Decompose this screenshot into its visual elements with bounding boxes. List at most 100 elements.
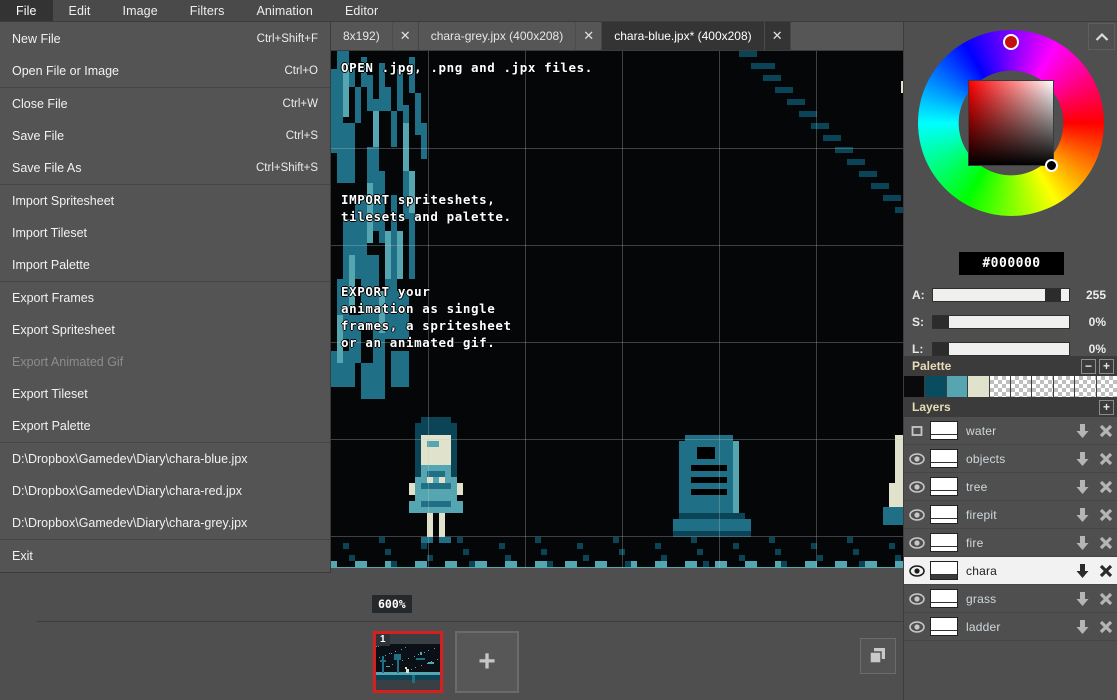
menu-item-close-file[interactable]: Close File Ctrl+W (0, 88, 330, 120)
menu-item-import-spritesheet[interactable]: Import Spritesheet (0, 185, 330, 217)
layer-delete-button[interactable] (1094, 620, 1117, 634)
layer-delete-button[interactable] (1094, 564, 1117, 578)
menu-editor[interactable]: Editor (329, 0, 394, 21)
layer-move-down-button[interactable] (1070, 507, 1094, 523)
slider-knob[interactable] (932, 316, 949, 328)
collapse-panel-button[interactable] (1088, 23, 1115, 50)
file-menu-dropdown[interactable]: New File Ctrl+Shift+F Open File or Image Ct… (0, 22, 331, 573)
menu-animation[interactable]: Animation (240, 0, 329, 21)
palette-swatches[interactable] (904, 376, 1117, 397)
menu-edit[interactable]: Edit (53, 0, 107, 21)
palette-swatch-empty[interactable] (1053, 376, 1076, 397)
layer-name: grass (966, 591, 997, 606)
layer-visibility-toggle[interactable] (904, 536, 930, 549)
layer-delete-button[interactable] (1094, 480, 1117, 494)
palette-remove-button[interactable]: − (1081, 358, 1096, 374)
tab-close-button[interactable]: ✕ (763, 22, 790, 50)
slider-label: A: (912, 288, 925, 302)
layer-delete-button[interactable] (1094, 508, 1117, 522)
menu-item-import-palette[interactable]: Import Palette (0, 249, 330, 281)
layer-row-grass[interactable]: grass (904, 585, 1117, 613)
palette-swatch-empty[interactable] (989, 376, 1011, 397)
color-picker-wheel-area[interactable] (904, 22, 1117, 222)
color-slider-l[interactable]: L: 0% (912, 341, 1110, 357)
layer-delete-button[interactable] (1094, 452, 1117, 466)
layer-add-button[interactable]: + (1099, 399, 1114, 415)
layer-move-down-button[interactable] (1070, 619, 1094, 635)
slider-track[interactable] (931, 288, 1071, 302)
frame-strip[interactable]: 1 + (37, 621, 903, 700)
menu-item-d-dropbox-gamedev-diary-chara-grey-jpx[interactable]: D:\Dropbox\Gamedev\Diary\chara-grey.jpx (0, 507, 330, 539)
layer-move-down-button[interactable] (1070, 535, 1094, 551)
palette-swatch-empty[interactable] (1010, 376, 1033, 397)
layer-delete-button[interactable] (1094, 536, 1117, 550)
layer-delete-button[interactable] (1094, 592, 1117, 606)
menu-item-save-file[interactable]: Save File Ctrl+S (0, 120, 330, 152)
layer-delete-button[interactable] (1094, 424, 1117, 438)
canvas-viewport[interactable]: OPEN .jpg, .png and .jpx files. IMPORT sp… (331, 51, 903, 621)
layer-row-firepit[interactable]: firepit (904, 501, 1117, 529)
main-menu-bar[interactable]: File Edit Image Filters Animation Editor (0, 0, 1117, 22)
tab-close-button[interactable]: ✕ (391, 22, 418, 50)
saturation-brightness-square[interactable] (968, 80, 1054, 166)
menu-item-exit[interactable]: Exit (0, 540, 330, 572)
hue-marker[interactable] (1003, 34, 1019, 50)
document-tab[interactable]: chara-blue.jpx* (400x208) ✕ (602, 22, 791, 50)
layer-visibility-toggle[interactable] (904, 564, 930, 577)
palette-add-button[interactable]: + (1099, 358, 1114, 374)
slider-track[interactable] (931, 342, 1071, 356)
layer-row-water[interactable]: water (904, 417, 1117, 445)
add-frame-button[interactable]: + (455, 631, 519, 693)
duplicate-frame-button[interactable] (860, 638, 896, 674)
menu-item-import-tileset[interactable]: Import Tileset (0, 217, 330, 249)
palette-swatch[interactable] (946, 376, 969, 397)
menu-item-open-file-or-image[interactable]: Open File or Image Ctrl+O (0, 55, 330, 87)
menu-file[interactable]: File (0, 0, 53, 21)
document-tab[interactable]: chara-grey.jpx (400x208) ✕ (418, 22, 603, 50)
palette-swatch-empty[interactable] (1096, 376, 1117, 397)
document-tab-bar[interactable]: 8x192) ✕ chara-grey.jpx (400x208) ✕ chara-bl… (331, 22, 903, 51)
slider-track[interactable] (931, 315, 1071, 329)
menu-item-export-spritesheet[interactable]: Export Spritesheet (0, 314, 330, 346)
frame-thumbnail-1[interactable]: 1 (373, 631, 443, 693)
layer-row-tree[interactable]: tree (904, 473, 1117, 501)
palette-swatch-empty[interactable] (1032, 376, 1054, 397)
layer-move-down-button[interactable] (1070, 591, 1094, 607)
menu-filters[interactable]: Filters (174, 0, 241, 21)
layer-visibility-toggle[interactable] (904, 620, 930, 633)
slider-knob[interactable] (932, 343, 949, 355)
slider-knob[interactable] (1045, 289, 1062, 301)
palette-swatch[interactable] (904, 376, 926, 397)
menu-item-new-file[interactable]: New File Ctrl+Shift+F (0, 23, 330, 55)
menu-item-save-file-as[interactable]: Save File As Ctrl+Shift+S (0, 152, 330, 184)
menu-item-export-palette[interactable]: Export Palette (0, 410, 330, 442)
layer-visibility-toggle[interactable] (904, 592, 930, 605)
layer-visibility-toggle[interactable] (904, 452, 930, 465)
layer-row-fire[interactable]: fire (904, 529, 1117, 557)
color-slider-s[interactable]: S: 0% (912, 314, 1110, 330)
color-slider-a[interactable]: A: 255 (912, 287, 1110, 303)
menu-item-export-frames[interactable]: Export Frames (0, 282, 330, 314)
menu-image[interactable]: Image (107, 0, 174, 21)
saturation-brightness-marker[interactable] (1045, 159, 1058, 172)
menu-item-export-tileset[interactable]: Export Tileset (0, 378, 330, 410)
tab-close-button[interactable]: ✕ (575, 22, 601, 50)
layer-move-down-button[interactable] (1070, 423, 1094, 439)
layer-move-down-button[interactable] (1070, 479, 1094, 495)
layer-move-down-button[interactable] (1070, 451, 1094, 467)
palette-swatch[interactable] (925, 376, 947, 397)
layer-row-chara[interactable]: chara (904, 557, 1117, 585)
document-tab[interactable]: 8x192) ✕ (331, 22, 419, 50)
palette-swatch[interactable] (968, 376, 990, 397)
palette-swatch-empty[interactable] (1075, 376, 1097, 397)
hex-color-input[interactable]: #000000 (959, 252, 1064, 275)
pixel-canvas[interactable]: OPEN .jpg, .png and .jpx files. IMPORT sp… (331, 51, 903, 568)
menu-item-d-dropbox-gamedev-diary-chara-red-jpx[interactable]: D:\Dropbox\Gamedev\Diary\chara-red.jpx (0, 475, 330, 507)
menu-item-d-dropbox-gamedev-diary-chara-blue-jpx[interactable]: D:\Dropbox\Gamedev\Diary\chara-blue.jpx (0, 443, 330, 475)
layer-visibility-toggle[interactable] (904, 508, 930, 521)
layer-move-down-button[interactable] (1070, 563, 1094, 579)
layer-visibility-toggle[interactable] (904, 425, 930, 437)
layer-row-ladder[interactable]: ladder (904, 613, 1117, 641)
layer-row-objects[interactable]: objects (904, 445, 1117, 473)
layer-visibility-toggle[interactable] (904, 480, 930, 493)
